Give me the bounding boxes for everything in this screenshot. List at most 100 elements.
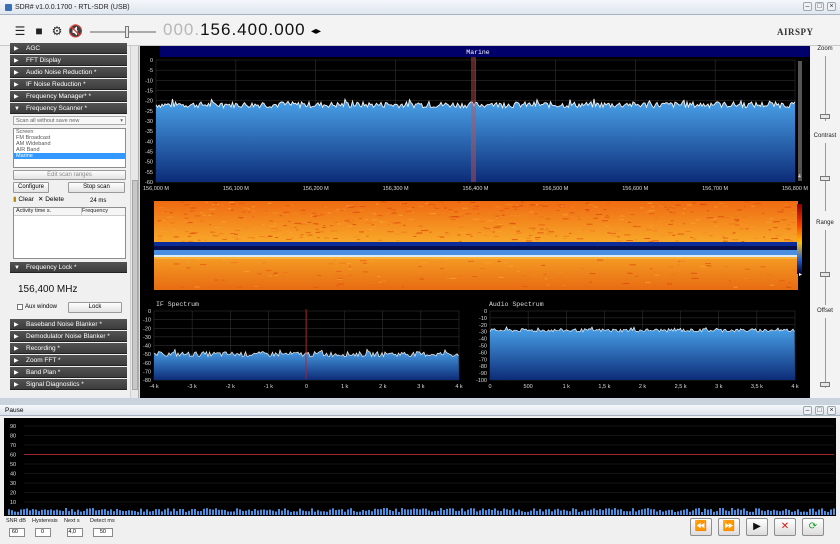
gradient-arrow-icon[interactable]: ▸ (799, 272, 802, 278)
menu-icon[interactable]: ☰ (13, 24, 27, 38)
activity-bar (293, 511, 295, 515)
scan-mode-select[interactable]: Scan all without save new ▾ (13, 116, 126, 125)
waterfall[interactable]: ▸ (140, 198, 810, 297)
range-slider-thumb[interactable] (820, 272, 830, 277)
fast-forward-button[interactable]: ⏩ (718, 518, 740, 536)
waterfall-speckle (670, 273, 676, 275)
control-spinner[interactable]: 50 (93, 528, 113, 537)
minimize-button[interactable]: – (803, 2, 812, 11)
offset-slider[interactable] (825, 318, 826, 388)
control-spinner[interactable]: 60 (9, 528, 25, 537)
refresh-button[interactable]: ⟳ (802, 518, 824, 536)
panel-top-5[interactable]: ▼ Frequency Scanner * (10, 103, 127, 114)
activity-bar (593, 508, 595, 515)
panel-bottom-1[interactable]: ▶ Demodulator Noise Blanker * (10, 331, 127, 342)
y-tick-label: -55 (145, 170, 153, 176)
waterfall-speckle (262, 262, 266, 264)
panel-bottom-4[interactable]: ▶ Band Plan * (10, 367, 127, 378)
activity-bar (566, 510, 568, 515)
vfo-marker[interactable] (471, 57, 476, 182)
panel-top-0[interactable]: ▶ AGC (10, 43, 127, 54)
waterfall-speckle (545, 232, 551, 234)
sidebar-scrollbar[interactable] (130, 46, 138, 398)
control-spinner[interactable]: 4,0 (67, 528, 83, 537)
panel-top-3[interactable]: ▶ IF Noise Reduction * (10, 79, 127, 90)
panel-top-2[interactable]: ▶ Audio Noise Reduction * (10, 67, 127, 78)
clear-action[interactable]: ▮ Clear (13, 195, 34, 203)
waterfall-speckle (212, 202, 219, 204)
scanner-maximize-button[interactable]: □ (815, 406, 824, 415)
snr-graph-svg[interactable]: 90 80 70 60 50 40 30 20 10 (4, 418, 836, 516)
scan-range-list[interactable]: Screen FM Broadcast AM Wideband AIR Band Mar… (13, 128, 126, 168)
spectrum-svg[interactable]: Marine 4 0-5-10-15-20-25-30-35-40-45-50-… (140, 46, 810, 398)
main-scroll[interactable] (798, 61, 802, 181)
col-activity-header[interactable]: Activity time s. (16, 208, 82, 215)
waterfall-speckle (339, 262, 346, 264)
waterfall-speckle (649, 225, 654, 227)
lock-button[interactable]: Lock (68, 302, 122, 313)
waterfall-speckle (385, 218, 389, 220)
scanner-close-button[interactable]: × (827, 406, 836, 415)
col-frequency-header[interactable]: Frequency (82, 208, 108, 215)
waterfall-speckle (212, 204, 215, 206)
panel-top-1[interactable]: ▶ FFT Display (10, 55, 127, 66)
close-window-button[interactable]: × (827, 2, 836, 11)
frequency-display[interactable]: 000.156.400.000 (163, 20, 306, 40)
panel-bottom-0[interactable]: ▶ Baseband Noise Blanker * (10, 319, 127, 330)
checkbox-icon[interactable] (17, 304, 23, 310)
mute-speaker-icon[interactable]: 🔇 (68, 24, 83, 38)
zoom-slider[interactable] (825, 56, 826, 121)
settings-gear-icon[interactable]: ⚙ (50, 24, 64, 38)
panel-label: Recording * (26, 345, 60, 352)
waterfall-speckle (713, 206, 718, 208)
waterfall-speckle (648, 210, 655, 212)
waterfall-speckle (240, 217, 243, 219)
panel-bottom-2[interactable]: ▶ Recording * (10, 343, 127, 354)
panel-frequency-lock[interactable]: ▼ Frequency Lock * (10, 262, 127, 273)
aux-window-checkbox[interactable]: Aux window (17, 304, 57, 310)
control-spinner[interactable]: 0 (35, 528, 51, 537)
scanner-minimize-button[interactable]: – (803, 406, 812, 415)
waterfall-speckle (402, 213, 406, 215)
play-button[interactable]: ▶ (746, 518, 768, 536)
waterfall-speckle (790, 240, 794, 242)
activity-bar (347, 509, 349, 515)
panel-bottom-3[interactable]: ▶ Zoom FFT * (10, 355, 127, 366)
range-item[interactable]: Marine (14, 153, 125, 159)
volume-slider[interactable] (90, 26, 156, 38)
panel-bottom-5[interactable]: ▶ Signal Diagnostics * (10, 379, 127, 390)
sidebar-scroll-thumb[interactable] (132, 180, 138, 390)
activity-bar (32, 509, 34, 515)
plot-area[interactable]: Marine 4 0 -5 -10 -15 -20 -25 -30 -35 -40 -45 -50-… (140, 46, 810, 398)
waterfall-speckle (242, 207, 249, 209)
configure-button[interactable]: Configure (13, 182, 49, 193)
waterfall-speckle (692, 202, 696, 204)
if-spectrum[interactable]: IF Spectrum 0-10-20-30-40-50-60-70-80 -4… (140, 298, 473, 398)
waterfall-speckle (251, 206, 255, 208)
range-slider[interactable] (825, 230, 826, 305)
offset-slider-thumb[interactable] (820, 382, 830, 387)
edit-scan-ranges-button[interactable]: Edit scan ranges (13, 170, 126, 180)
stop-icon[interactable]: ■ (32, 24, 46, 38)
zoom-slider-thumb[interactable] (820, 114, 830, 119)
activity-bar (80, 511, 82, 515)
rewind-button[interactable]: ⏪ (690, 518, 712, 536)
stop-scan-x-button[interactable]: ✕ (774, 518, 796, 536)
scan-mode-value: Scan all without save new (16, 118, 80, 124)
stop-scan-button[interactable]: Stop scan (68, 182, 125, 193)
activity-table[interactable]: Activity time s. Frequency (13, 207, 126, 259)
maximize-button[interactable]: □ (815, 2, 824, 11)
volume-slider-thumb[interactable] (125, 26, 129, 38)
delete-action[interactable]: ✕ Delete (38, 195, 64, 203)
tuning-arrows-icon[interactable]: ◂▸ (311, 26, 321, 37)
activity-bar (89, 508, 91, 515)
audio-spectrum[interactable]: Audio Spectrum 0-10-20-30-40-50-60-70-80… (475, 298, 810, 398)
waterfall-speckle (199, 264, 207, 266)
control-label: Hysteresis (32, 518, 58, 524)
snr-graph[interactable]: 90 80 70 60 50 40 30 20 10 (4, 418, 836, 516)
contrast-slider-thumb[interactable] (820, 176, 830, 181)
waterfall-speckle (394, 233, 402, 235)
main-spectrum[interactable]: Marine 4 0 -5 -10 -15 -20 -25 -30 -35 -40 -45 -50 -… (140, 46, 810, 198)
activity-bar (311, 508, 313, 515)
panel-top-4[interactable]: ▶ Frequency Manager* * (10, 91, 127, 102)
